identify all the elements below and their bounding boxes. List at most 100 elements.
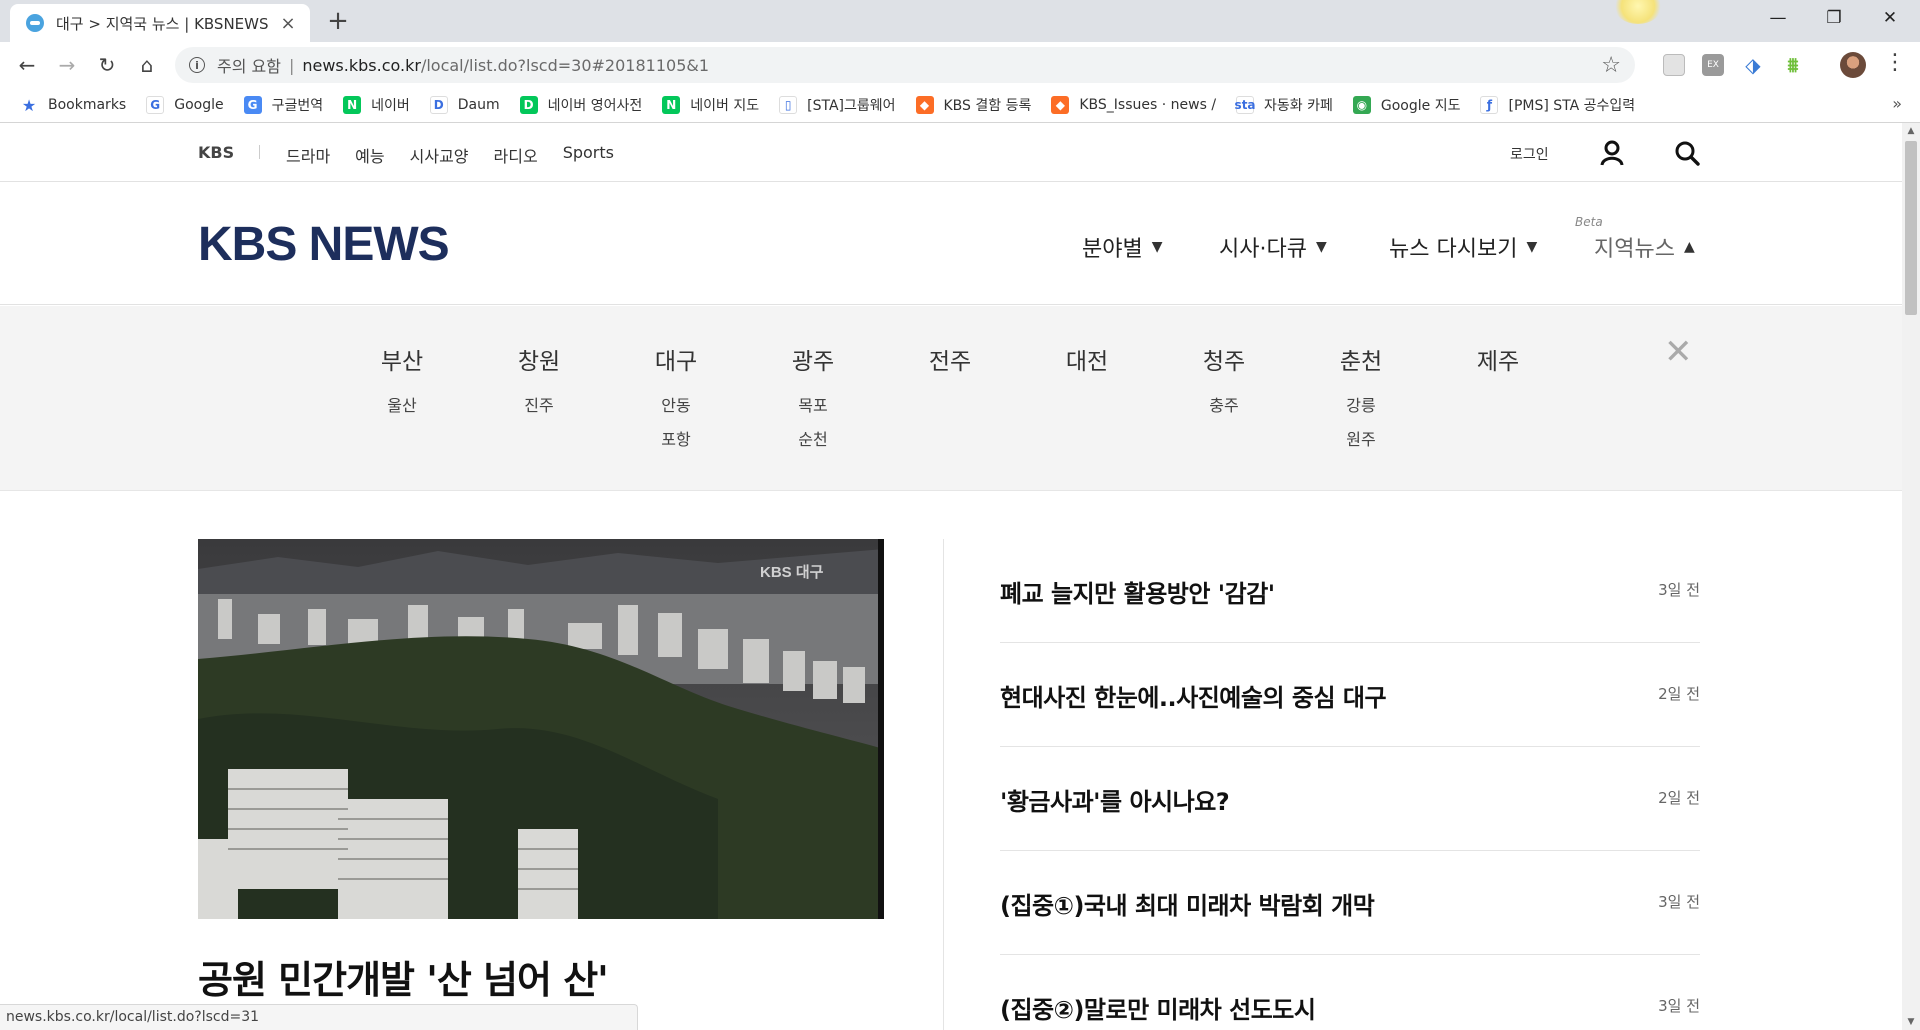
region-sub-link[interactable]: 울산 [334,389,470,423]
region-main-link[interactable]: 전주 [882,342,1018,376]
close-window-button[interactable]: ✕ [1862,0,1918,36]
bookmark-item[interactable]: ◆ KBS 결함 등록 [915,95,1031,115]
news-title[interactable]: (집중②)말로만 미래차 선도도시 [1000,990,1316,1025]
bookmark-item[interactable]: N 네이버 [343,95,410,115]
page-scrollbar[interactable]: ▲ ▼ [1902,123,1920,1030]
news-time: 3일 전 [1658,893,1700,911]
bookmark-item[interactable]: N 네이버 지도 [662,95,759,115]
aerial-city-image: KBS 대구 [198,539,884,919]
kbs-news-logo[interactable]: KBS NEWS [198,217,450,272]
bookmark-item[interactable]: ◉ Google 지도 [1352,95,1460,115]
daum-icon: D [429,96,448,114]
news-list-item[interactable]: 현대사진 한눈에..사진예술의 중심 대구 2일 전 [1000,643,1700,747]
bookmarks-overflow-icon[interactable]: » [1892,94,1902,113]
kbs-home-link[interactable]: KBS [198,143,234,162]
region-main-link[interactable]: 대전 [1019,342,1155,376]
browser-tab[interactable]: 대구 > 지역국 뉴스 | KBSNEWS × [10,4,310,42]
region-main-link[interactable]: 광주 [745,342,881,376]
profile-avatar[interactable] [1840,52,1866,78]
address-bar[interactable]: i 주의 요함 | news.kbs.co.kr/local/list.do?l… [175,47,1635,83]
news-title[interactable]: '황금사과'를 아시나요? [1000,782,1230,817]
region-sub-link[interactable]: 원주 [1293,423,1429,457]
scroll-up-icon[interactable]: ▲ [1902,123,1920,139]
bookmark-item[interactable]: ★ Bookmarks [20,96,126,115]
news-title[interactable]: 폐교 늘지만 활용방안 '감감' [1000,574,1275,609]
bookmark-item[interactable]: G Google [146,96,224,114]
region-group: 제주 [1430,342,1566,376]
tab-close-icon[interactable]: × [278,13,298,34]
home-button[interactable]: ⌂ [132,50,162,80]
scroll-down-icon[interactable]: ▼ [1902,1014,1920,1030]
info-icon[interactable]: i [189,57,205,73]
region-main-link[interactable]: 제주 [1430,342,1566,376]
gnb-menu-item[interactable]: 드라마 [286,143,330,167]
reload-button[interactable]: ↻ [92,50,122,80]
bookmark-item[interactable]: D 네이버 영어사전 [519,95,642,115]
bookmark-item[interactable]: G 구글번역 [243,95,323,115]
region-sub-list: 안동 포항 [608,389,744,457]
document-icon: ▯ [779,96,798,114]
bookmark-item[interactable]: ▯ [STA]그룹웨어 [779,95,896,115]
bookmark-label: KBS_Issues · news / [1079,97,1217,113]
region-sub-link[interactable]: 안동 [608,389,744,423]
extension-arrow-icon[interactable]: ⬗ [1742,54,1764,76]
region-sub-link[interactable]: 순천 [745,423,881,457]
bookmark-item[interactable]: ƒ [PMS] STA 공수입력 [1480,95,1635,115]
news-time: 3일 전 [1658,581,1700,599]
nav-local-news[interactable]: 지역뉴스 ▲ [1594,231,1695,263]
region-main-link[interactable]: 창원 [471,342,607,376]
extension-ex-icon[interactable]: EX [1702,54,1724,76]
region-sub-link[interactable]: 충주 [1156,389,1292,423]
region-group: 창원진주 [471,342,607,423]
nav-label: 뉴스 다시보기 [1389,237,1518,262]
news-list-item[interactable]: (집중①)국내 최대 미래차 박람회 개막 3일 전 [1000,851,1700,955]
gnb-menu-item[interactable]: 시사교양 [410,143,469,167]
gnb-menu-item[interactable]: 라디오 [494,143,538,167]
web-page: KBS 드라마 예능 시사교양 라디오 Sports 로그인 KBS NEWS 분야별 ▼… [0,123,1902,1030]
extension-ladder-icon[interactable]: ⩩ [1782,54,1804,76]
region-sub-link[interactable]: 목포 [745,389,881,423]
bookmark-label: Google [174,97,224,113]
new-tab-button[interactable]: + [323,6,353,36]
security-label[interactable]: 주의 요함 [217,53,281,77]
region-close-icon[interactable]: ✕ [1664,332,1693,372]
back-button[interactable]: ← [12,50,42,80]
region-sub-link[interactable]: 진주 [471,389,607,423]
browser-menu-icon[interactable]: ⋮ [1884,50,1906,75]
news-list-item[interactable]: '황금사과'를 아시나요? 2일 전 [1000,747,1700,851]
nav-by-field[interactable]: 분야별 ▼ [1082,231,1163,263]
url-host[interactable]: news.kbs.co.kr [302,56,421,75]
bookmark-item[interactable]: D Daum [429,96,500,114]
login-link[interactable]: 로그인 [1510,144,1549,164]
region-main-link[interactable]: 춘천 [1293,342,1429,376]
scrollbar-thumb[interactable] [1905,141,1917,315]
gnb-menu-item[interactable]: Sports [563,143,614,167]
news-title[interactable]: 현대사진 한눈에..사진예술의 중심 대구 [1000,678,1387,713]
region-main-link[interactable]: 청주 [1156,342,1292,376]
news-title[interactable]: (집중①)국내 최대 미래차 박람회 개막 [1000,886,1375,921]
extension-cast-icon[interactable] [1663,54,1685,76]
nav-current-affairs[interactable]: 시사·다큐 ▼ [1219,231,1327,263]
minimize-button[interactable]: — [1750,0,1806,36]
region-main-link[interactable]: 부산 [334,342,470,376]
bookmark-star-icon[interactable]: ☆ [1601,53,1621,78]
region-sub-link[interactable]: 포항 [608,423,744,457]
nav-news-replay[interactable]: 뉴스 다시보기 ▼ [1389,231,1537,263]
bookmark-item[interactable]: ◆ KBS_Issues · news / [1051,96,1216,114]
news-list-item[interactable]: 폐교 늘지만 활용방안 '감감' 3일 전 [1000,539,1700,643]
search-icon[interactable] [1674,140,1700,166]
user-icon[interactable] [1600,140,1624,166]
region-group: 춘천강릉 원주 [1293,342,1429,457]
bookmark-item[interactable]: sta 자동화 카페 [1235,95,1333,115]
gnb-menu-item[interactable]: 예능 [355,143,384,167]
feature-news-image[interactable]: KBS 대구 [198,539,884,919]
region-sub-link[interactable]: 강릉 [1293,389,1429,423]
forward-button[interactable]: → [52,50,82,80]
caret-down-icon: ▼ [1151,239,1163,255]
restore-button[interactable]: ❐ [1806,0,1862,36]
feature-news-title[interactable]: 공원 민간개발 '산 넘어 산' [198,949,609,1004]
url-path[interactable]: /local/list.do?lscd=30#20181105&1 [421,56,709,75]
region-group: 대구안동 포항 [608,342,744,457]
region-main-link[interactable]: 대구 [608,342,744,376]
news-list-item[interactable]: (집중②)말로만 미래차 선도도시 3일 전 [1000,955,1700,1030]
